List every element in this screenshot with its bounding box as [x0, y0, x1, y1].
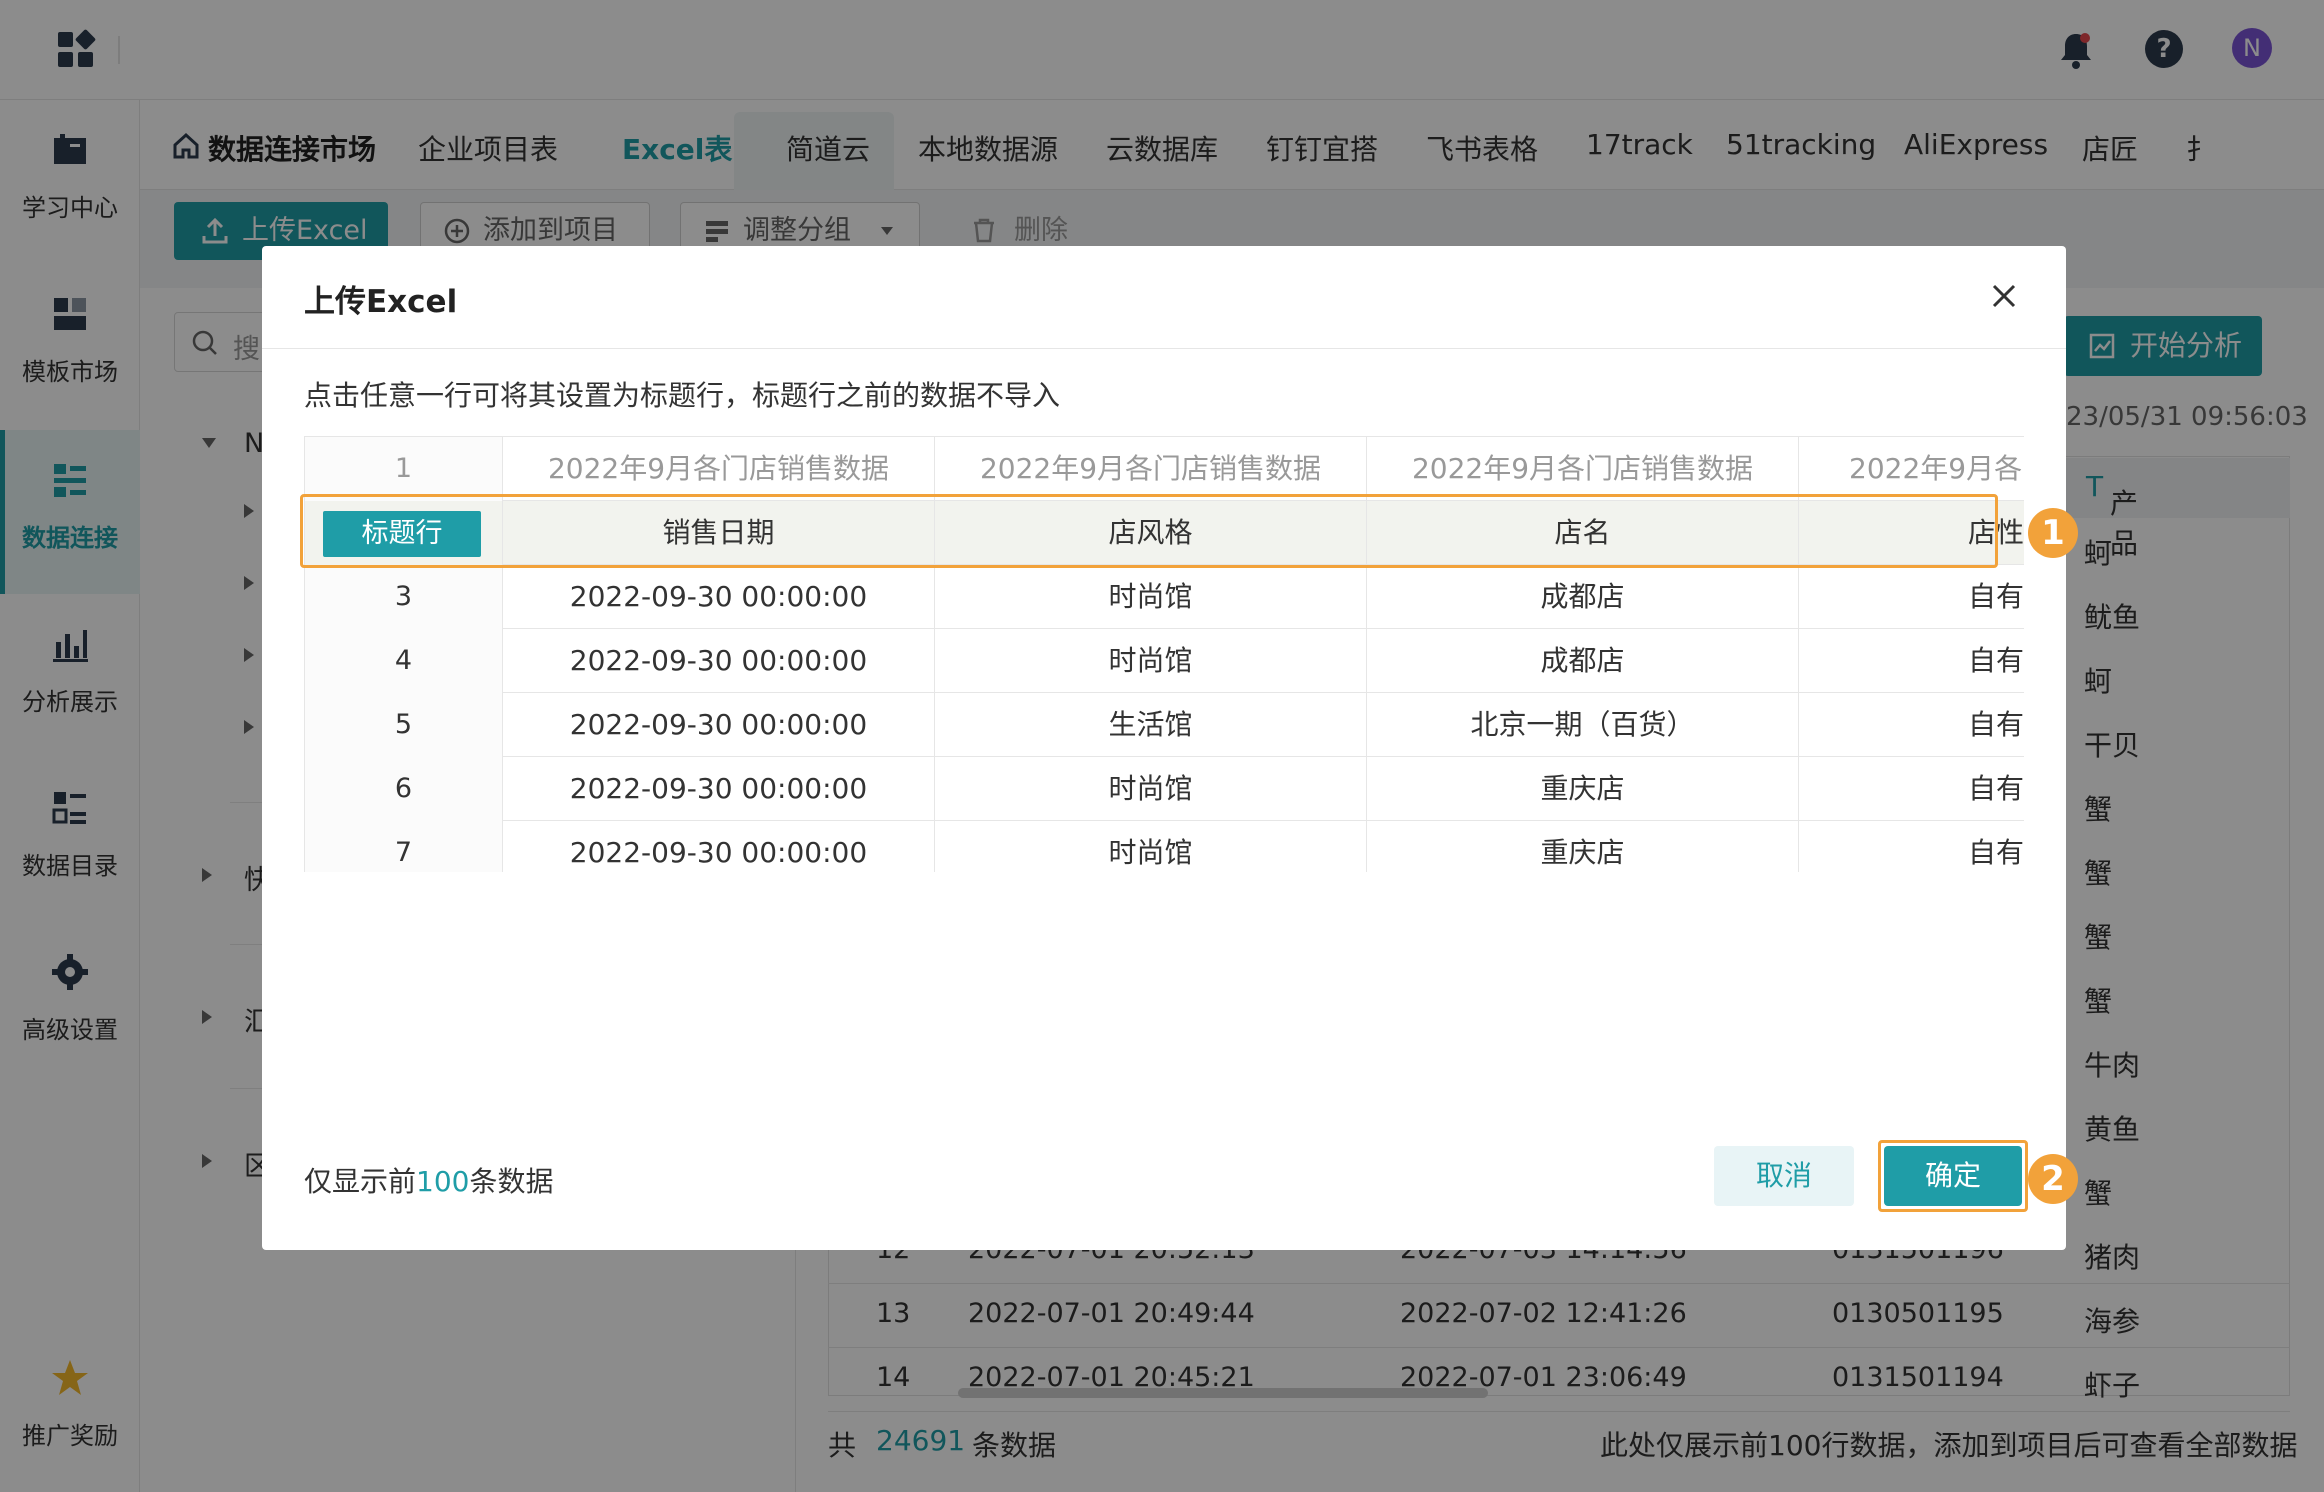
table-cell: 2022-09-30 00:00:00: [503, 629, 935, 693]
table-row[interactable]: 3 2022-09-30 00:00:00 时尚馆 成都店 自有: [305, 565, 2024, 629]
limit-count: 100: [416, 1165, 470, 1198]
table-cell: 时尚馆: [935, 629, 1367, 693]
upload-excel-dialog: 上传Excel 点击任意一行可将其设置为标题行，标题行之前的数据不导入 1 20…: [262, 246, 2066, 1250]
divider: [262, 348, 2066, 349]
dialog-hint: 点击任意一行可将其设置为标题行，标题行之前的数据不导入: [304, 379, 1061, 412]
table-cell: 2022年9月各门: [1799, 437, 2024, 501]
table-row[interactable]: 6 2022-09-30 00:00:00 时尚馆 重庆店 自有: [305, 757, 2024, 821]
table-cell: 自有: [1799, 821, 2024, 872]
table-cell: 时尚馆: [935, 565, 1367, 629]
cancel-button[interactable]: 取消: [1714, 1146, 1854, 1206]
dialog-title: 上传Excel: [304, 284, 458, 320]
title-row-highlight: [300, 494, 1998, 568]
limit-suffix: 条数据: [469, 1165, 554, 1198]
table-row[interactable]: 5 2022-09-30 00:00:00 生活馆 北京一期（百货） 自有: [305, 693, 2024, 757]
row-index: 3: [305, 565, 503, 629]
table-cell: 2022年9月各门店销售数据: [503, 437, 935, 501]
table-cell: 成都店: [1367, 565, 1799, 629]
table-row[interactable]: 1 2022年9月各门店销售数据 2022年9月各门店销售数据 2022年9月各…: [305, 437, 2024, 501]
preview-limit-note: 仅显示前100条数据: [304, 1160, 553, 1200]
table-cell: 2022年9月各门店销售数据: [935, 437, 1367, 501]
table-cell: 时尚馆: [935, 821, 1367, 872]
table-row[interactable]: 4 2022-09-30 00:00:00 时尚馆 成都店 自有: [305, 629, 2024, 693]
step-badge-2: 2: [2028, 1154, 2078, 1204]
table-cell: 时尚馆: [935, 757, 1367, 821]
row-index: 4: [305, 629, 503, 693]
table-cell: 2022-09-30 00:00:00: [503, 693, 935, 757]
table-cell: 重庆店: [1367, 757, 1799, 821]
row-index: 6: [305, 757, 503, 821]
table-cell: 2022-09-30 00:00:00: [503, 757, 935, 821]
row-index: 1: [305, 437, 503, 501]
table-cell: 自有: [1799, 565, 2024, 629]
row-index: 7: [305, 821, 503, 872]
table-row[interactable]: 7 2022-09-30 00:00:00 时尚馆 重庆店 自有: [305, 821, 2024, 872]
close-icon[interactable]: [1984, 276, 2024, 316]
row-index: 5: [305, 693, 503, 757]
table-cell: 成都店: [1367, 629, 1799, 693]
limit-prefix: 仅显示前: [304, 1165, 417, 1198]
table-cell: 重庆店: [1367, 821, 1799, 872]
table-cell: 2022-09-30 00:00:00: [503, 821, 935, 872]
step-badge-1: 1: [2028, 508, 2078, 558]
table-cell: 自有: [1799, 629, 2024, 693]
table-cell: 2022-09-30 00:00:00: [503, 565, 935, 629]
confirm-button[interactable]: 确定: [1884, 1146, 2022, 1206]
table-cell: 生活馆: [935, 693, 1367, 757]
table-cell: 自有: [1799, 757, 2024, 821]
table-cell: 北京一期（百货）: [1367, 693, 1799, 757]
table-cell: 2022年9月各门店销售数据: [1367, 437, 1799, 501]
table-cell: 自有: [1799, 693, 2024, 757]
